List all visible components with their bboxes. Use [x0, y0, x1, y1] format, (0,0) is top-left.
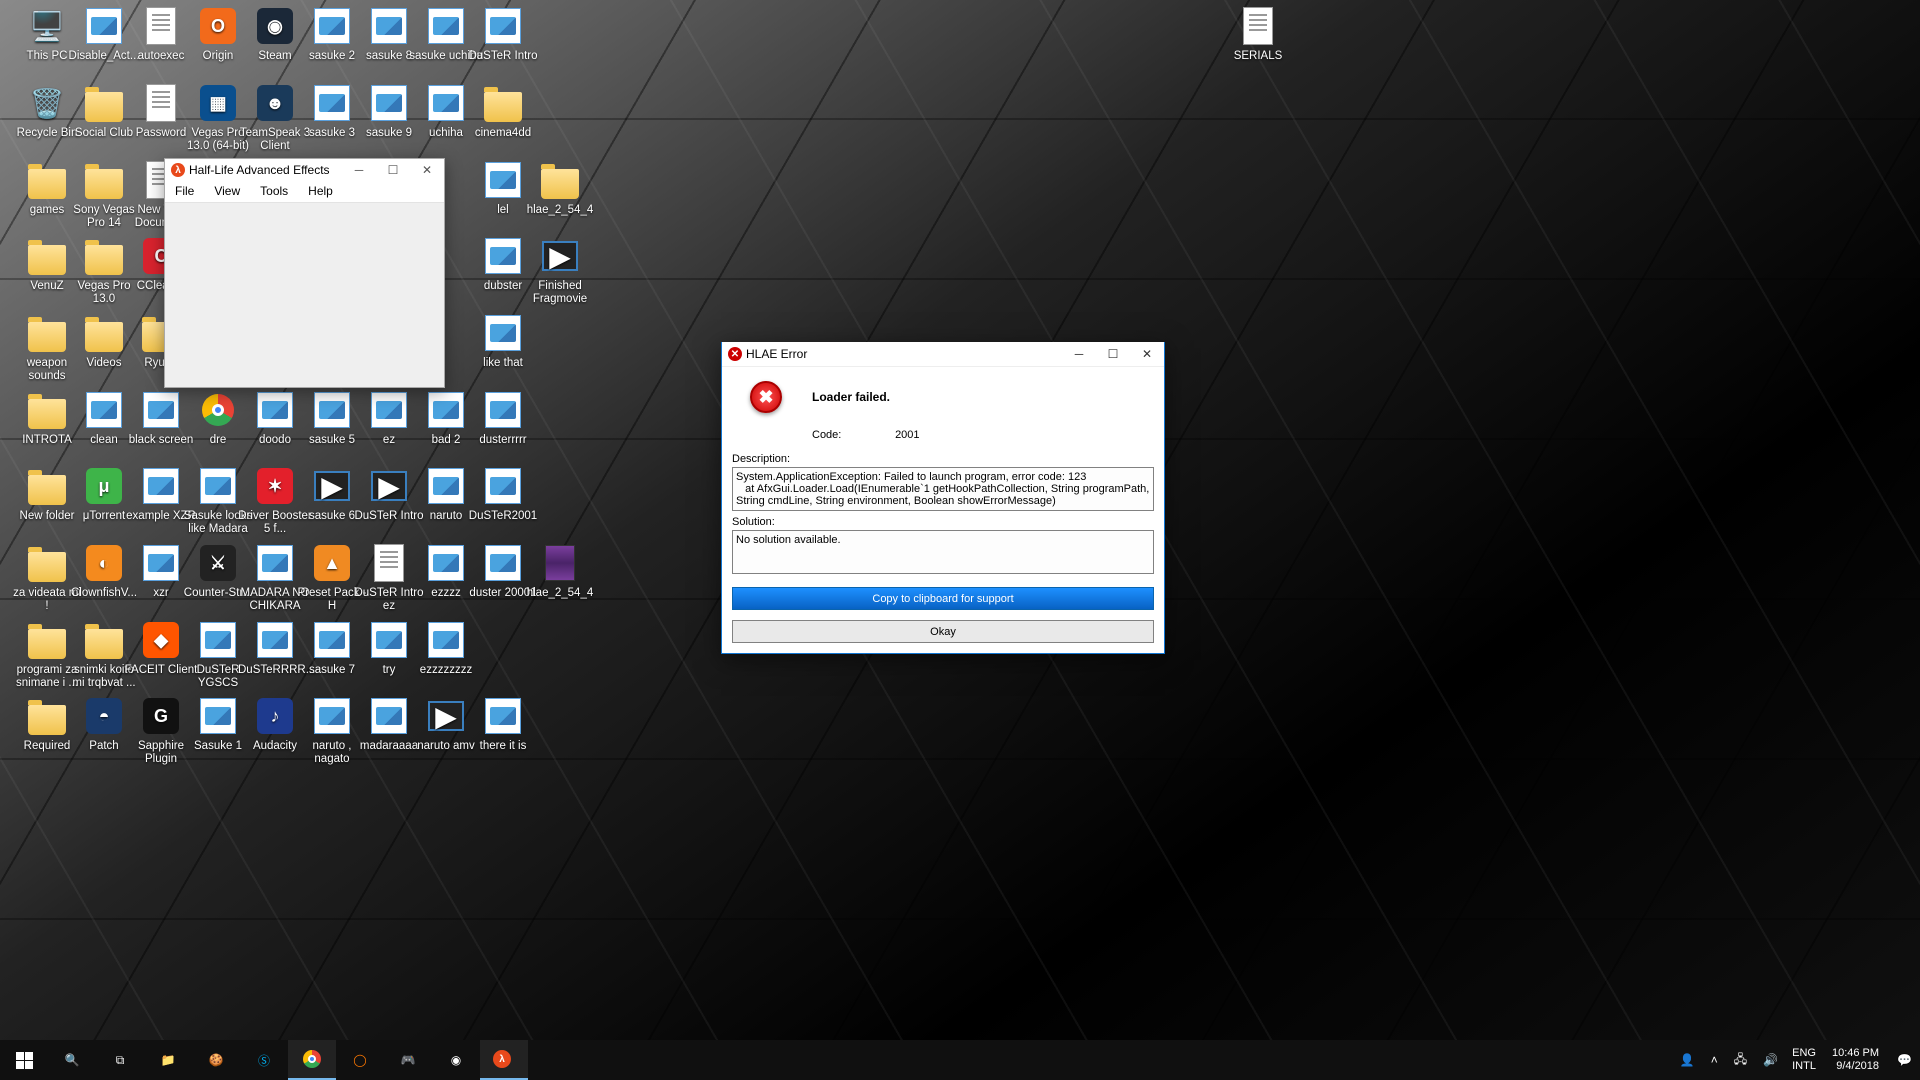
desktop-icon-label: there it is — [466, 740, 540, 753]
desktop-icon[interactable]: ezzzzzzzz — [409, 620, 483, 677]
taskbar-file-explorer[interactable]: 📁 — [144, 1040, 192, 1080]
desktop-icon[interactable]: SERIALS — [1221, 6, 1295, 63]
error-icon: ✖ — [750, 381, 782, 413]
hlae-titlebar[interactable]: λ Half-Life Advanced Effects ─ ☐ ✕ — [165, 159, 444, 181]
description-text[interactable]: System.ApplicationException: Failed to l… — [732, 467, 1154, 511]
menu-file[interactable]: File — [165, 181, 204, 202]
menu-tools[interactable]: Tools — [250, 181, 298, 202]
search-button[interactable]: 🔍 — [48, 1040, 96, 1080]
desktop-icon[interactable]: hlae_2_54_4 — [523, 160, 597, 217]
task-view-button[interactable]: ⧉ — [96, 1040, 144, 1080]
solution-label: Solution: — [732, 516, 1154, 528]
error-app-icon: ✕ — [728, 347, 742, 361]
desktop-icon-label: hlae_2_54_4 — [523, 587, 597, 600]
desktop-icon[interactable]: hlae_2_54_4 — [523, 543, 597, 600]
taskbar-avast[interactable]: ◯ — [336, 1040, 384, 1080]
tray-chevron-up-icon[interactable]: ˄ — [1703, 1053, 1726, 1067]
menu-view[interactable]: View — [204, 181, 250, 202]
desktop-icon-label: ezzzzzzzz — [409, 664, 483, 677]
desktop-icon[interactable]: there it is — [466, 696, 540, 753]
taskbar-app-games[interactable]: 🎮 — [384, 1040, 432, 1080]
taskbar-skype[interactable]: Ⓢ — [240, 1040, 288, 1080]
desktop-icon-label: DuSTeR2001 — [466, 510, 540, 523]
tray-clock[interactable]: 10:46 PM 9/4/2018 — [1822, 1047, 1889, 1073]
taskbar-chrome[interactable] — [288, 1040, 336, 1080]
code-value: 2001 — [895, 429, 919, 441]
code-label: Code: — [812, 429, 892, 441]
desktop-icon-label: cinema4dd — [466, 127, 540, 140]
hlae-main-window: λ Half-Life Advanced Effects ─ ☐ ✕ File … — [164, 158, 445, 388]
hlae-app-icon: λ — [171, 163, 185, 177]
clock-time: 10:46 PM — [1832, 1047, 1879, 1060]
tray-notifications-icon[interactable]: 💬 — [1889, 1053, 1920, 1067]
copy-to-clipboard-button[interactable]: Copy to clipboard for support — [732, 587, 1154, 610]
desktop-icon-label: like that — [466, 357, 540, 370]
desktop-icon[interactable]: cinema4dd — [466, 83, 540, 140]
desktop-icon-label: dusterrrrr — [466, 434, 540, 447]
minimize-button[interactable]: ─ — [1062, 342, 1096, 367]
tray-language[interactable]: ENG INTL — [1786, 1047, 1822, 1073]
taskbar-hlae[interactable]: λ — [480, 1040, 528, 1080]
tray-people-icon[interactable]: 👤 — [1672, 1053, 1703, 1067]
desktop-icon[interactable]: like that — [466, 313, 540, 370]
lang-line1: ENG — [1792, 1047, 1816, 1060]
close-button[interactable]: ✕ — [1130, 342, 1164, 367]
description-label: Description: — [732, 453, 1154, 465]
maximize-button[interactable]: ☐ — [376, 159, 410, 181]
lang-line2: INTL — [1792, 1060, 1816, 1073]
minimize-button[interactable]: ─ — [342, 159, 376, 181]
solution-text[interactable]: No solution available. — [732, 530, 1154, 574]
error-titlebar[interactable]: ✕ HLAE Error ─ ☐ ✕ — [722, 342, 1164, 367]
hlae-body — [165, 203, 444, 387]
hlae-title: Half-Life Advanced Effects — [189, 163, 330, 177]
desktop-icon[interactable]: DuSTeR2001 — [466, 466, 540, 523]
taskbar: 🔍 ⧉ 📁 🍪 Ⓢ ◯ 🎮 ◉ λ 👤 ˄ 🖧 🔊 ENG INTL 10:46… — [0, 1040, 1920, 1080]
taskbar-app-1[interactable]: 🍪 — [192, 1040, 240, 1080]
taskbar-steam[interactable]: ◉ — [432, 1040, 480, 1080]
clock-date: 9/4/2018 — [1832, 1060, 1879, 1073]
desktop-icon-label: SERIALS — [1221, 50, 1295, 63]
close-button[interactable]: ✕ — [410, 159, 444, 181]
desktop-icon[interactable]: ▶Finished Fragmovie — [523, 236, 597, 306]
hlae-error-dialog: ✕ HLAE Error ─ ☐ ✕ ✖ Loader failed. Code… — [721, 342, 1165, 654]
hlae-menubar: File View Tools Help — [165, 181, 444, 203]
menu-help[interactable]: Help — [298, 181, 343, 202]
maximize-button[interactable]: ☐ — [1096, 342, 1130, 367]
desktop-icon[interactable]: DuSTeR Intro — [466, 6, 540, 63]
desktop-icon-label: hlae_2_54_4 — [523, 204, 597, 217]
tray-volume-icon[interactable]: 🔊 — [1755, 1053, 1786, 1067]
start-button[interactable] — [0, 1040, 48, 1080]
okay-button[interactable]: Okay — [732, 620, 1154, 643]
desktop-icon-label: DuSTeR Intro — [466, 50, 540, 63]
tray-network-icon[interactable]: 🖧 — [1726, 1050, 1755, 1071]
desktop-icon[interactable]: dusterrrrr — [466, 390, 540, 447]
error-heading: Loader failed. — [812, 390, 890, 404]
error-title: HLAE Error — [746, 347, 807, 361]
desktop-icon-label: Finished Fragmovie — [523, 280, 597, 306]
